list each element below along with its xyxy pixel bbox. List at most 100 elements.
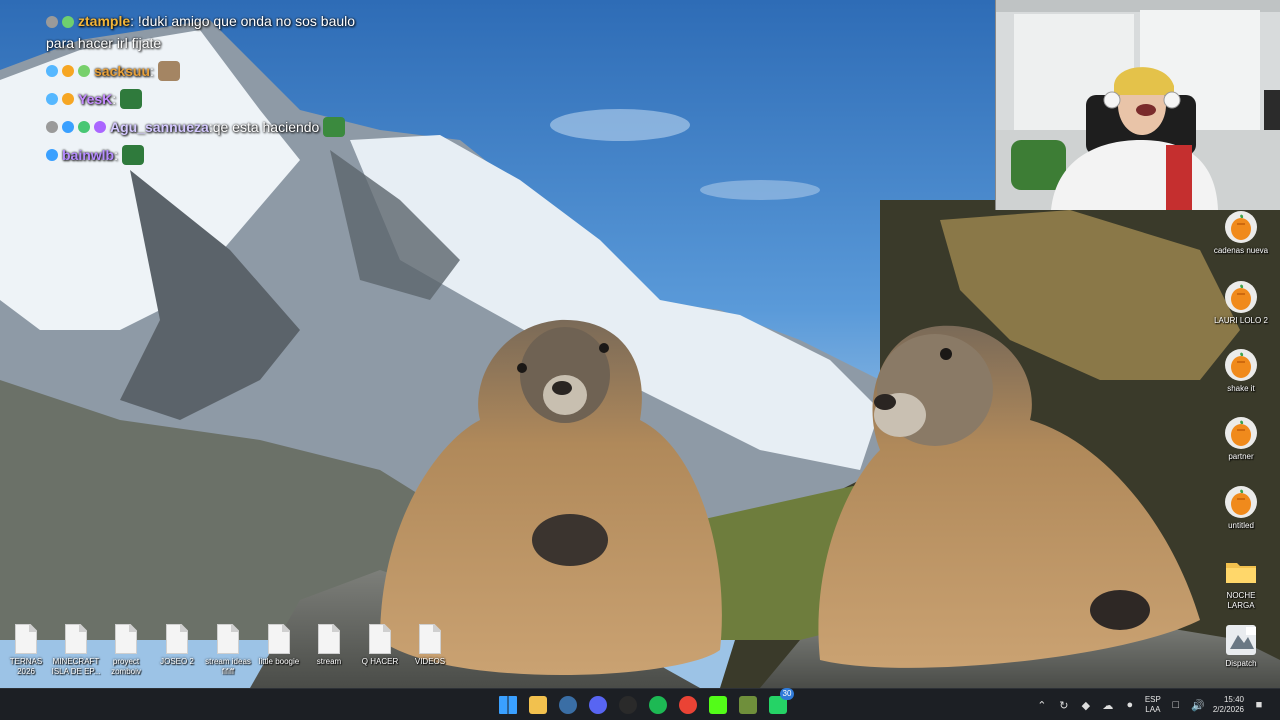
network-icon[interactable]: □ bbox=[1169, 698, 1183, 712]
chat-badge-icon bbox=[46, 65, 58, 77]
windows-start-icon bbox=[499, 696, 517, 714]
chat-badge-icon bbox=[94, 121, 106, 133]
kick-icon bbox=[709, 696, 727, 714]
desktop-shortcut[interactable]: untitled bbox=[1212, 485, 1270, 531]
chat-badge-icon bbox=[46, 121, 58, 133]
desktop-shortcut-label: NOCHE LARGA bbox=[1226, 591, 1256, 610]
chevron-up-icon[interactable]: ⌃ bbox=[1035, 698, 1049, 712]
chat-message: ztample: !duki amigo que onda no sos bau… bbox=[46, 10, 376, 54]
taskbar-app-chrome[interactable] bbox=[676, 693, 700, 717]
keyboard-layout-code: LAA bbox=[1145, 705, 1161, 714]
input-language-indicator[interactable]: ESP LAA bbox=[1145, 695, 1161, 715]
clock-time: 15:40 bbox=[1223, 695, 1244, 704]
taskbar-app-spotify[interactable] bbox=[646, 693, 670, 717]
desktop-file-label: proyect zomboiv bbox=[111, 657, 141, 676]
webcam-overlay bbox=[995, 0, 1280, 210]
fl-studio-icon bbox=[1212, 280, 1270, 314]
taskbar-app-whatsapp[interactable]: 30 bbox=[766, 688, 794, 717]
desktop-shortcut-label: Dispatch bbox=[1225, 659, 1257, 668]
chat-emote-icon bbox=[323, 117, 346, 137]
cloud-icon[interactable]: ☁ bbox=[1101, 698, 1115, 712]
text-file-icon bbox=[217, 624, 239, 654]
discord-icon bbox=[589, 696, 607, 714]
notification-bell-icon[interactable]: ■ bbox=[1252, 698, 1266, 712]
desktop-shortcut[interactable]: cadenas nueva bbox=[1212, 210, 1270, 256]
desktop-file[interactable]: little boogie bbox=[253, 622, 305, 667]
desktop-file-label: stream bbox=[316, 657, 342, 666]
folder-icon bbox=[529, 696, 547, 714]
chat-username[interactable]: ztample bbox=[78, 13, 130, 29]
chat-badge-icon bbox=[46, 16, 58, 29]
chat-username[interactable]: sacksuu bbox=[94, 60, 150, 82]
clock[interactable]: 15:40 2/2/2026 bbox=[1213, 695, 1244, 715]
text-file-icon bbox=[318, 624, 340, 654]
volume-icon[interactable]: 🔊 bbox=[1191, 698, 1205, 712]
microphone-icon[interactable]: ● bbox=[1123, 698, 1137, 712]
chat-separator: : bbox=[150, 63, 154, 79]
clock-date: 2/2/2026 bbox=[1212, 705, 1244, 714]
desktop-shortcut[interactable]: NOCHE LARGA bbox=[1212, 555, 1270, 611]
game-shortcut-icon bbox=[1212, 623, 1270, 657]
desktop-shortcut[interactable]: LAURI LOLO 2 bbox=[1212, 280, 1270, 326]
webcam-feed-image bbox=[996, 0, 1280, 210]
chat-message: bainwlb: bbox=[46, 144, 376, 166]
desktop-icons-bottom-row: TERNAS 2026 MINECRAFT ISLA DE EP... proyec… bbox=[0, 622, 460, 684]
chat-username[interactable]: Agu_sannueza bbox=[110, 116, 209, 138]
chat-message: sacksuu: bbox=[46, 60, 376, 82]
desktop-file[interactable]: JOSEO 2 bbox=[151, 622, 203, 667]
chat-separator: : bbox=[112, 91, 117, 107]
chat-emote-icon bbox=[120, 89, 143, 109]
desktop-file-label: little boogie bbox=[258, 657, 300, 666]
desktop-file[interactable]: stream ideas fififf bbox=[202, 622, 254, 677]
chat-username[interactable]: YesK bbox=[78, 88, 112, 110]
desktop-file[interactable]: VIDEOS bbox=[404, 622, 456, 667]
taskbar-app-discord[interactable] bbox=[586, 693, 610, 717]
desktop-shortcut[interactable]: Dispatch bbox=[1212, 623, 1270, 669]
steam-icon bbox=[559, 696, 577, 714]
chat-badge-icon bbox=[62, 16, 74, 29]
desktop-shortcut[interactable]: shake it bbox=[1212, 348, 1270, 394]
chat-badge-icon bbox=[46, 93, 58, 105]
taskbar-app-file-explorer[interactable] bbox=[526, 693, 550, 717]
chat-badge-icon bbox=[78, 65, 90, 77]
desktop-file[interactable]: Q HACER bbox=[354, 622, 406, 667]
text-file-icon bbox=[419, 624, 441, 654]
desktop-shortcut-label: partner bbox=[1228, 452, 1254, 461]
desktop-file[interactable]: proyect zomboiv bbox=[100, 622, 152, 677]
taskbar-app-obs[interactable] bbox=[616, 693, 640, 717]
taskbar-app-start[interactable] bbox=[496, 693, 520, 717]
text-file-icon bbox=[65, 624, 87, 654]
desktop-file[interactable]: MINECRAFT ISLA DE EP... bbox=[50, 622, 102, 677]
chat-message-text: qe esta haciendo bbox=[212, 119, 320, 135]
desktop-file-label: stream ideas fififf bbox=[205, 657, 251, 676]
desktop-file[interactable]: stream bbox=[303, 622, 355, 667]
taskbar-app-minecraft[interactable] bbox=[736, 693, 760, 717]
chat-badge-icon bbox=[62, 121, 74, 133]
sync-icon[interactable]: ↻ bbox=[1057, 698, 1071, 712]
desktop-shortcut-label: shake it bbox=[1227, 384, 1255, 393]
fl-studio-icon bbox=[1212, 416, 1270, 450]
chat-username[interactable]: bainwlb bbox=[62, 144, 114, 166]
chat-badge-icon bbox=[46, 149, 58, 161]
desktop-file[interactable]: TERNAS 2026 bbox=[0, 622, 52, 677]
desktop-file-label: Q HACER bbox=[361, 657, 399, 666]
fl-studio-icon bbox=[1212, 485, 1270, 519]
chat-separator: : bbox=[114, 147, 119, 163]
unread-count-badge: 30 bbox=[780, 688, 794, 700]
desktop-file-label: JOSEO 2 bbox=[160, 657, 194, 666]
taskbar-pinned-apps: 30 bbox=[496, 688, 794, 717]
text-file-icon bbox=[15, 624, 37, 654]
chat-badge-icon bbox=[78, 121, 90, 133]
desktop-file-label: MINECRAFT ISLA DE EP... bbox=[51, 657, 101, 676]
system-tray: ⌃ ↻ ◆ ☁ ● ESP LAA □ 🔊 15:40 2/2/2026 ■ bbox=[1035, 689, 1266, 720]
minecraft-icon bbox=[739, 696, 757, 714]
chat-emote-icon bbox=[122, 145, 145, 165]
desktop-shortcut-label: LAURI LOLO 2 bbox=[1214, 316, 1268, 325]
taskbar-app-kick[interactable] bbox=[706, 693, 730, 717]
desktop-shortcut[interactable]: partner bbox=[1212, 416, 1270, 462]
taskbar-app-steam[interactable] bbox=[556, 693, 580, 717]
text-file-icon bbox=[268, 624, 290, 654]
stream-chat-overlay: ztample: !duki amigo que onda no sos bau… bbox=[46, 10, 376, 172]
shield-icon[interactable]: ◆ bbox=[1079, 698, 1093, 712]
desktop-shortcut-label: cadenas nueva bbox=[1213, 246, 1269, 255]
